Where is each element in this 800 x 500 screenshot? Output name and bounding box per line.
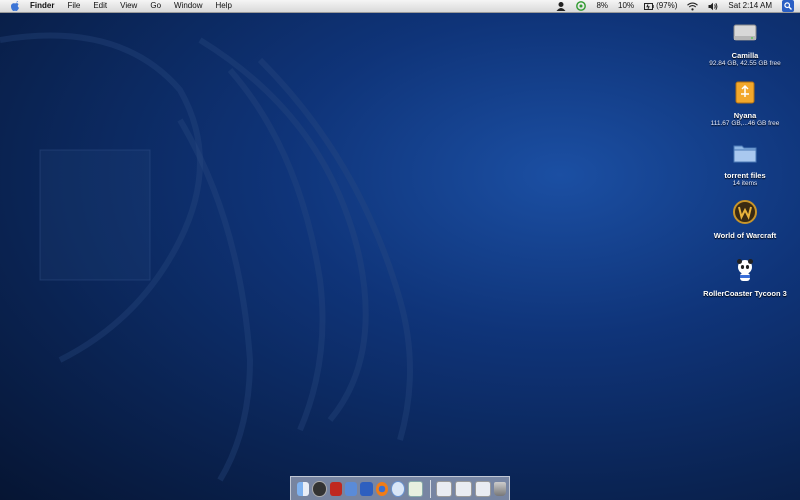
itunes-icon[interactable]: [390, 480, 406, 497]
desktop-icon-detail: 111.67 GB,...46 GB free: [710, 120, 780, 127]
red-app-icon[interactable]: [329, 481, 342, 496]
cpu-meter[interactable]: 8%: [596, 0, 608, 12]
trash-icon[interactable]: [493, 481, 506, 496]
sync-status-icon[interactable]: [576, 1, 587, 11]
clock[interactable]: Sat 2:14 AM: [728, 0, 772, 12]
desktop-icon-detail: 92.84 GB, 42.55 GB free: [709, 60, 781, 67]
window-minimized-icon[interactable]: [455, 480, 472, 497]
desktop-icon-rollercoaster-tycoon[interactable]: RollerCoaster Tycoon 3: [690, 256, 800, 298]
hard-drive-icon: [733, 24, 757, 41]
volume-percent[interactable]: 10%: [618, 0, 634, 12]
menu-go[interactable]: Go: [150, 0, 161, 12]
dashboard-icon[interactable]: [312, 480, 327, 497]
user-status-icon[interactable]: [556, 1, 566, 11]
battery-icon: [644, 2, 654, 10]
wifi-icon[interactable]: [687, 2, 699, 11]
panda-icon: [737, 259, 753, 281]
wallpaper: [0, 32, 413, 482]
menu-bar: Finder File Edit View Go Window Help 8% …: [0, 0, 800, 13]
menu-finder[interactable]: Finder: [30, 0, 54, 12]
preview-icon[interactable]: [408, 480, 423, 497]
firefox-icon[interactable]: [375, 481, 388, 496]
menu-file[interactable]: File: [67, 0, 80, 12]
desktop-icon-name: RollerCoaster Tycoon 3: [703, 289, 787, 298]
menu-view[interactable]: View: [120, 0, 137, 12]
spotlight-search-icon[interactable]: [782, 0, 794, 12]
desktop-icon-name: World of Warcraft: [713, 231, 777, 240]
desktop-icon-name: Nyana: [733, 111, 757, 120]
finder-icon[interactable]: [297, 481, 310, 496]
apple-icon[interactable]: [10, 0, 20, 12]
menu-edit[interactable]: Edit: [93, 0, 107, 12]
desktop-icon-name: torrent files: [724, 171, 766, 180]
menu-help[interactable]: Help: [215, 0, 231, 12]
desktop-icon-camilla[interactable]: Camilla 92.84 GB, 42.55 GB free: [690, 18, 800, 68]
desktop-icon-nyana[interactable]: Nyana 111.67 GB,...46 GB free: [690, 78, 800, 128]
battery-status[interactable]: (97%): [644, 0, 677, 12]
desktop-icon-name: Camilla: [731, 51, 759, 60]
window-minimized-icon[interactable]: [436, 480, 453, 497]
folder-icon: [733, 145, 757, 163]
speaker-icon[interactable]: [708, 2, 718, 11]
warcraft-icon: [733, 200, 757, 224]
desktop-icon-detail: 14 items: [732, 180, 758, 187]
stamp-app-icon[interactable]: [344, 481, 358, 496]
mail-app-icon[interactable]: [360, 481, 373, 496]
desktop-icon-world-of-warcraft[interactable]: World of Warcraft: [690, 198, 800, 240]
dock: [290, 476, 510, 500]
desktop-icon-torrent-files[interactable]: torrent files 14 items: [690, 138, 800, 188]
window-minimized-icon[interactable]: [474, 480, 491, 497]
battery-percent: (97%): [656, 1, 678, 10]
dock-separator: [429, 479, 431, 498]
external-drive-icon: [735, 81, 755, 104]
menu-window[interactable]: Window: [174, 0, 202, 12]
